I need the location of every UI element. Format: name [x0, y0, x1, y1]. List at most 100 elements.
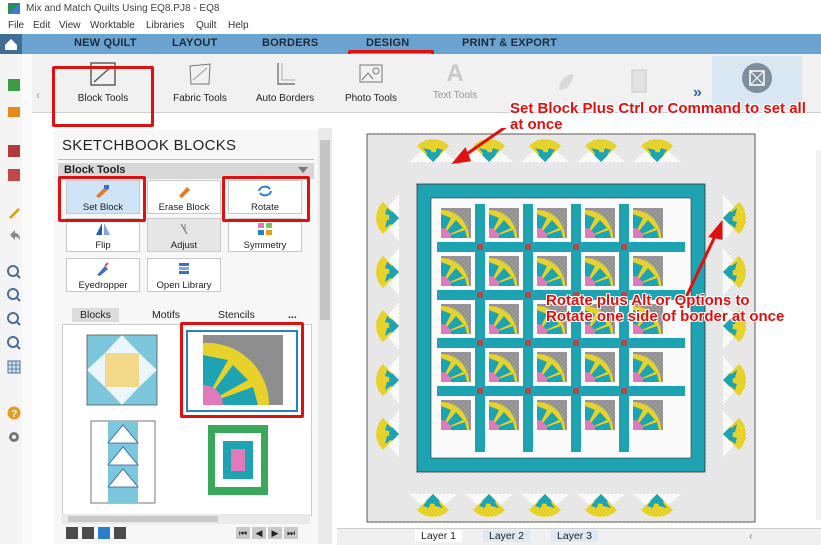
tab-layer-2[interactable]: Layer 2	[483, 530, 531, 542]
size-medium-button[interactable]	[82, 527, 94, 539]
zoom-out-icon[interactable]	[7, 288, 21, 302]
zoom-actual-icon[interactable]	[7, 336, 21, 350]
eyedropper-icon	[97, 262, 109, 276]
adjust-label: Adjust	[170, 240, 198, 251]
thumbnail-size-controls	[66, 527, 130, 539]
tab-layer-1[interactable]: Layer 1	[415, 530, 463, 542]
block-tools-highlight	[52, 66, 154, 127]
block-thumbnail-arrows[interactable]	[90, 420, 156, 504]
panel-title: SKETCHBOOK BLOCKS	[62, 137, 237, 154]
next-page-icon[interactable]: ▶	[268, 527, 282, 539]
tab-layout[interactable]: LAYOUT	[172, 37, 217, 49]
subtab-more[interactable]: ...	[288, 309, 297, 321]
fabric-tools-button[interactable]: Fabric Tools	[163, 56, 237, 108]
subtab-stencils[interactable]: Stencils	[218, 309, 255, 321]
size-small-button[interactable]	[98, 527, 110, 539]
last-page-icon[interactable]: ⏭	[284, 527, 298, 539]
new-project-icon[interactable]	[7, 78, 21, 92]
subtab-motifs[interactable]: Motifs	[152, 309, 180, 321]
svg-text:?: ?	[11, 409, 17, 420]
set-block-annotation: Set Block Plus Ctrl or Command to set al…	[510, 100, 806, 133]
menu-help[interactable]: Help	[228, 20, 249, 31]
text-tools-icon: A	[446, 60, 464, 87]
sketchbook-icon[interactable]	[7, 168, 21, 182]
block-tools-section-label: Block Tools	[64, 164, 126, 176]
blocks-hscroll[interactable]	[62, 514, 310, 524]
fit-to-worktable-icon[interactable]	[7, 312, 21, 326]
pencil-icon[interactable]	[7, 205, 21, 219]
panel-vscroll-thumb[interactable]	[320, 140, 330, 320]
menu-edit[interactable]: Edit	[33, 20, 50, 31]
app-icon	[8, 3, 20, 14]
text-tools-label: Text Tools	[432, 90, 478, 101]
open-library-label: Open Library	[156, 280, 212, 291]
menu-libraries[interactable]: Libraries	[146, 20, 184, 31]
menu-file[interactable]: File	[8, 20, 24, 31]
photo-tools-label: Photo Tools	[344, 93, 398, 104]
menu-quilt[interactable]: Quilt	[196, 20, 217, 31]
block-thumbnail-log-cabin[interactable]	[208, 425, 268, 495]
library-icon[interactable]	[7, 144, 21, 158]
erase-block-icon	[179, 187, 190, 198]
worktable	[337, 124, 821, 532]
fabric-tools-label: Fabric Tools	[173, 93, 227, 104]
spool-icon[interactable]	[626, 66, 652, 96]
flip-label: Flip	[95, 240, 111, 251]
grid-view-icon[interactable]	[7, 360, 21, 374]
auto-borders-icon	[277, 63, 295, 85]
set-block-highlight	[58, 176, 146, 222]
symmetry-button[interactable]: Symmetry	[228, 218, 302, 252]
pager-controls: ⏮ ◀ ▶ ⏭	[236, 527, 300, 539]
adjust-icon	[180, 223, 188, 235]
erase-block-button[interactable]: Erase Block	[147, 180, 221, 214]
tab-layer-3[interactable]: Layer 3	[551, 530, 599, 542]
erase-block-label: Erase Block	[158, 202, 210, 213]
section-chevron-down-icon[interactable]	[298, 167, 308, 173]
photo-tools-button[interactable]: Photo Tools	[334, 56, 408, 108]
layer-tabs: Layer 1 Layer 2 Layer 3 ‹	[337, 528, 821, 545]
open-project-icon[interactable]	[7, 104, 21, 118]
size-tiny-button[interactable]	[114, 527, 126, 539]
size-large-button[interactable]	[66, 527, 78, 539]
left-toolbar-gutter	[22, 54, 32, 544]
zoom-in-icon[interactable]	[7, 265, 21, 279]
help-icon[interactable]: ?	[7, 406, 21, 420]
subtab-blocks[interactable]: Blocks	[72, 308, 119, 322]
symmetry-icon	[258, 223, 272, 235]
tab-new-quilt[interactable]: NEW QUILT	[74, 37, 137, 49]
ribbon-left-arrow-icon[interactable]: ‹	[36, 88, 40, 102]
tab-design[interactable]: DESIGN	[366, 37, 409, 49]
prev-page-icon[interactable]: ◀	[252, 527, 266, 539]
worktable-vscroll[interactable]	[816, 150, 821, 520]
leaf-icon[interactable]	[553, 68, 577, 96]
window-title: Mix and Match Quilts Using EQ8.PJ8 - EQ8	[26, 3, 220, 14]
undo-icon[interactable]	[7, 228, 21, 242]
menu-bar: File Edit View Worktable Libraries Quilt…	[0, 18, 821, 34]
symmetry-label: Symmetry	[243, 240, 287, 251]
tab-print-export[interactable]: PRINT & EXPORT	[462, 37, 557, 49]
menu-view[interactable]: View	[59, 20, 81, 31]
home-icon	[5, 39, 17, 50]
adjust-button[interactable]: Adjust	[147, 218, 221, 252]
rotate-highlight	[222, 176, 310, 222]
flip-button[interactable]: Flip	[66, 218, 140, 252]
fan-block-highlight	[180, 322, 304, 418]
open-library-button[interactable]: Open Library	[147, 258, 221, 292]
text-tools-button[interactable]: A Text Tools	[418, 56, 492, 108]
tab-borders[interactable]: BORDERS	[262, 37, 318, 49]
panel-divider	[58, 159, 314, 160]
eyedropper-button[interactable]: Eyedropper	[66, 258, 140, 292]
open-library-icon	[179, 263, 189, 274]
first-page-icon[interactable]: ⏮	[236, 527, 250, 539]
rotate-annotation: Rotate plus Alt or Options to Rotate one…	[546, 292, 785, 325]
auto-borders-button[interactable]: Auto Borders	[248, 56, 322, 108]
flip-icon	[96, 223, 110, 235]
menu-worktable[interactable]: Worktable	[90, 20, 135, 31]
worktable-hscroll-left-icon[interactable]: ‹	[749, 530, 753, 542]
settings-gear-icon[interactable]	[7, 430, 21, 444]
block-thumbnail-star[interactable]	[86, 334, 158, 406]
quilt-design[interactable]	[337, 124, 821, 528]
home-button[interactable]	[0, 34, 22, 54]
photo-tools-icon	[359, 64, 383, 83]
eyedropper-label: Eyedropper	[78, 280, 128, 291]
